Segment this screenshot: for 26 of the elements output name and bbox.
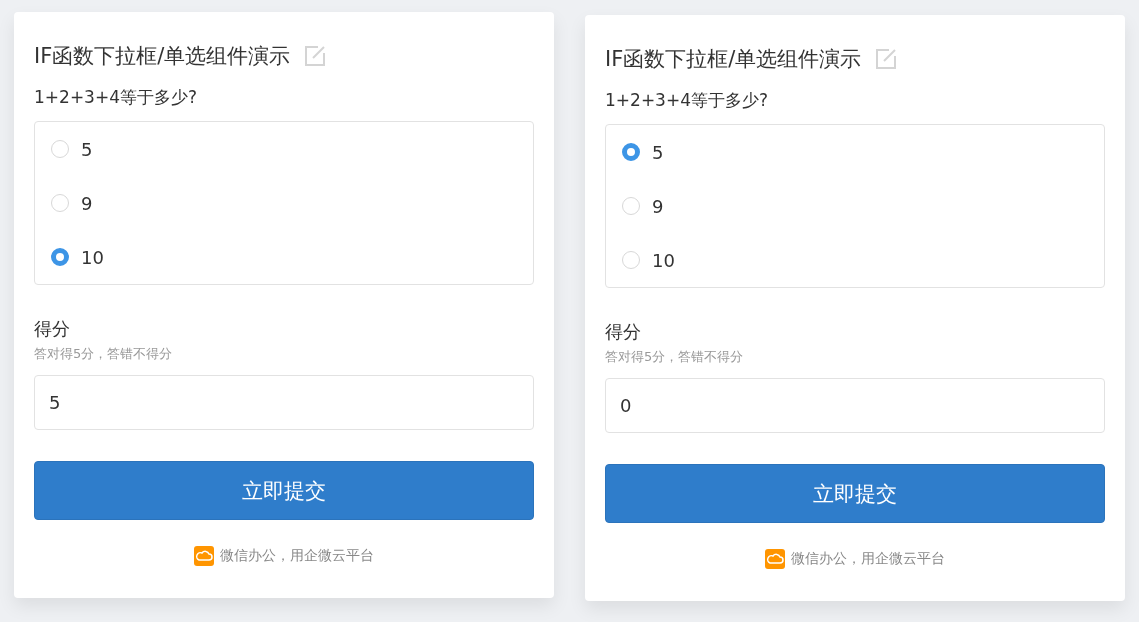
score-hint: 答对得5分，答错不得分 xyxy=(605,348,745,366)
cloud-icon xyxy=(765,549,785,569)
question-label: 1+2+3+4等于多少? xyxy=(34,86,199,109)
radio-button[interactable] xyxy=(51,248,69,266)
cloud-icon xyxy=(194,546,214,566)
option-label[interactable]: 10 xyxy=(81,246,104,268)
score-hint: 答对得5分，答错不得分 xyxy=(34,345,174,363)
option-label[interactable]: 10 xyxy=(652,249,675,271)
footer-text: 微信办公，用企微云平台 xyxy=(791,550,945,568)
option-label[interactable]: 5 xyxy=(81,138,93,160)
option-label[interactable]: 9 xyxy=(81,192,93,214)
footer-text: 微信办公，用企微云平台 xyxy=(220,547,374,565)
radio-button[interactable] xyxy=(622,143,640,161)
submit-button[interactable]: 立即提交 xyxy=(34,461,534,520)
form-title: IF函数下拉框/单选组件演示 xyxy=(34,43,291,70)
form-title: IF函数下拉框/单选组件演示 xyxy=(605,46,862,73)
edit-icon[interactable] xyxy=(304,45,327,67)
score-label: 得分 xyxy=(605,320,642,344)
edit-icon[interactable] xyxy=(875,48,898,70)
score-field[interactable]: 0 xyxy=(605,378,1105,433)
option-label[interactable]: 5 xyxy=(652,141,664,163)
score-label: 得分 xyxy=(34,317,71,341)
score-field[interactable]: 5 xyxy=(34,375,534,430)
option-label[interactable]: 9 xyxy=(652,195,664,217)
question-label: 1+2+3+4等于多少? xyxy=(605,89,770,112)
submit-button[interactable]: 立即提交 xyxy=(605,464,1105,523)
